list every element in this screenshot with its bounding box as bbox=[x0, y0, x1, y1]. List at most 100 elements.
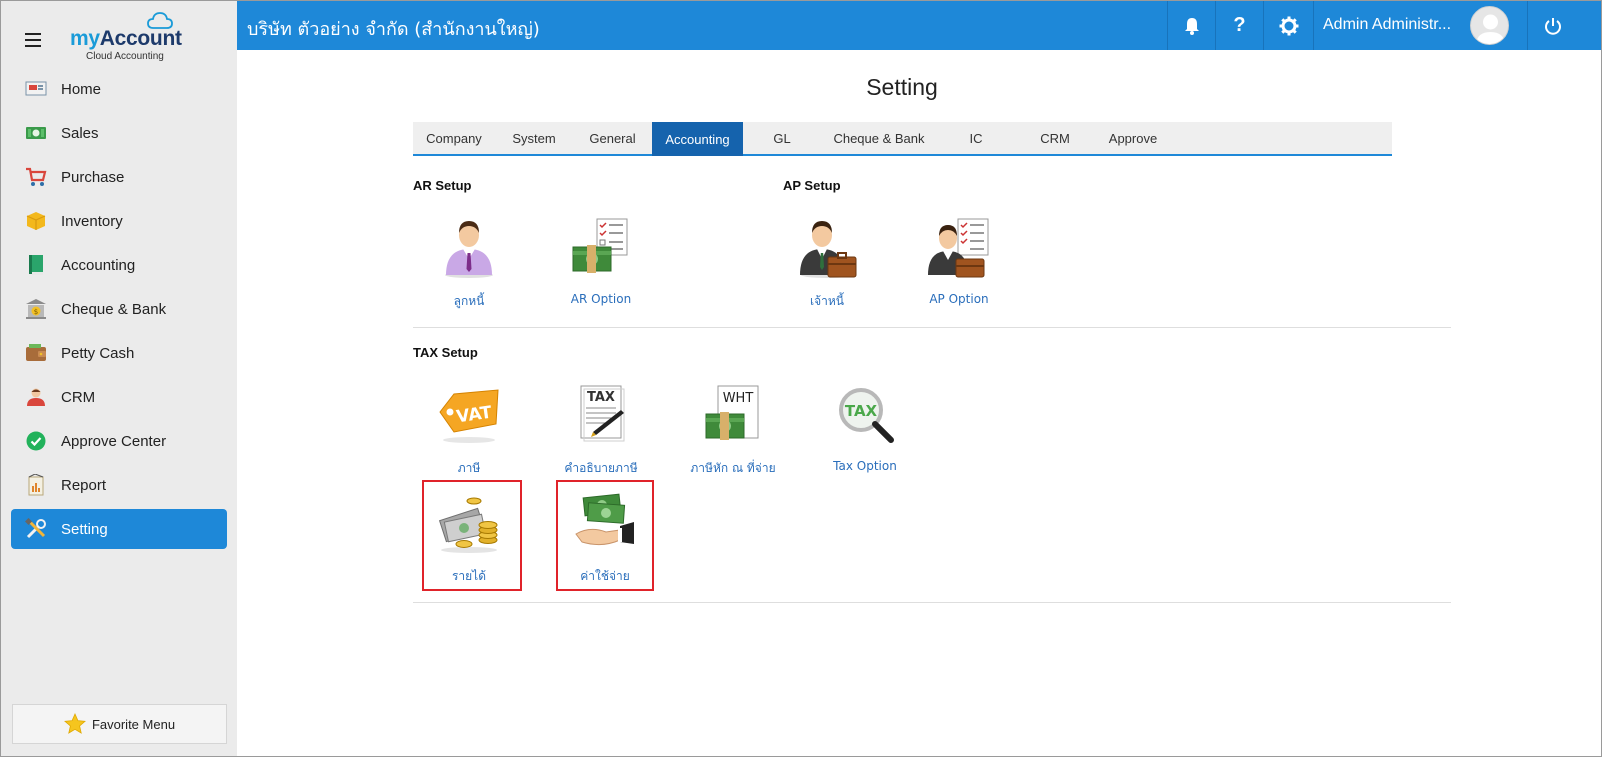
tax-option-item[interactable]: TAX Tax Option bbox=[810, 381, 920, 481]
ar-option-icon bbox=[566, 214, 636, 280]
sidebar-item-setting[interactable]: Setting bbox=[11, 509, 227, 549]
item-label: ภาษีหัก ณ ที่จ่าย bbox=[690, 461, 776, 475]
settings-tabs: Company System General Accounting GL Che… bbox=[413, 122, 1392, 156]
ap-option-icon bbox=[924, 214, 994, 280]
item-label: ค่าใช้จ่าย bbox=[580, 569, 630, 583]
tax-description-item[interactable]: TAX คำอธิบายภาษี bbox=[546, 381, 656, 481]
section-divider bbox=[413, 602, 1451, 603]
ar-setup-title: AR Setup bbox=[413, 178, 472, 193]
sidebar-item-approve-center[interactable]: Approve Center bbox=[11, 421, 227, 461]
book-icon bbox=[25, 254, 47, 276]
sidebar-item-label: Purchase bbox=[61, 168, 125, 186]
tab-approve[interactable]: Approve bbox=[1095, 122, 1171, 154]
ap-setup-title: AP Setup bbox=[783, 178, 841, 193]
item-label: ลูกหนี้ bbox=[453, 294, 485, 308]
vat-tag-icon: VAT bbox=[434, 381, 504, 447]
crm-icon bbox=[25, 386, 47, 408]
company-name[interactable]: บริษัท ตัวอย่าง จำกัด (สำนักงานใหญ่) bbox=[247, 14, 540, 43]
tab-crm[interactable]: CRM bbox=[1015, 122, 1095, 154]
item-label: เจ้าหนี้ bbox=[810, 294, 844, 308]
favorite-menu-label: Favorite Menu bbox=[91, 716, 176, 732]
tab-general[interactable]: General bbox=[573, 122, 652, 154]
logout-button[interactable] bbox=[1527, 1, 1577, 50]
logo-area: myAccount Cloud Accounting bbox=[1, 1, 237, 71]
tab-cheque-bank[interactable]: Cheque & Bank bbox=[821, 122, 937, 154]
tools-icon bbox=[25, 518, 47, 540]
help-button[interactable]: ? bbox=[1215, 1, 1263, 50]
item-label: ภาษี bbox=[457, 461, 481, 475]
tax-income-item[interactable]: รายได้ bbox=[414, 489, 524, 589]
sidebar-item-label: Home bbox=[61, 80, 102, 98]
check-circle-icon bbox=[25, 430, 47, 452]
expense-hand-icon bbox=[570, 489, 640, 555]
sidebar-item-purchase[interactable]: Purchase bbox=[11, 157, 227, 197]
power-icon bbox=[1544, 17, 1561, 35]
tax-vat-item[interactable]: VAT ภาษี bbox=[414, 381, 524, 481]
tax-document-icon: TAX bbox=[566, 381, 636, 447]
wht-text: WHT bbox=[723, 391, 754, 406]
tab-ic[interactable]: IC bbox=[937, 122, 1015, 154]
item-label: AP Option bbox=[929, 292, 989, 306]
sales-icon bbox=[25, 122, 47, 144]
sidebar-item-report[interactable]: Report bbox=[11, 465, 227, 505]
sidebar-item-inventory[interactable]: Inventory bbox=[11, 201, 227, 241]
sidebar-item-label: Accounting bbox=[61, 256, 136, 274]
home-icon bbox=[25, 78, 47, 100]
income-money-icon bbox=[434, 489, 504, 555]
tax-magnifier-text: TAX bbox=[845, 402, 878, 420]
tax-wht-item[interactable]: WHT ภาษีหัก ณ ที่จ่าย bbox=[678, 381, 788, 481]
ar-option-item[interactable]: AR Option bbox=[546, 214, 656, 314]
avatar[interactable] bbox=[1470, 6, 1509, 45]
logo-my: my bbox=[70, 27, 100, 50]
item-label: รายได้ bbox=[451, 569, 487, 583]
logo-account: Account bbox=[99, 27, 182, 50]
tax-expense-item[interactable]: ค่าใช้จ่าย bbox=[550, 489, 660, 589]
bell-icon bbox=[1184, 17, 1199, 35]
tax-magnifier-icon: TAX bbox=[830, 381, 900, 447]
app-logo[interactable]: myAccount Cloud Accounting bbox=[70, 12, 190, 65]
ar-customer-item[interactable]: ลูกหนี้ bbox=[414, 214, 524, 314]
box-icon bbox=[25, 210, 47, 232]
tab-gl[interactable]: GL bbox=[743, 122, 821, 154]
tab-accounting[interactable]: Accounting bbox=[652, 122, 743, 156]
sidebar-item-crm[interactable]: CRM bbox=[11, 377, 227, 417]
sidebar-item-label: Inventory bbox=[61, 212, 123, 230]
sidebar-item-accounting[interactable]: Accounting bbox=[11, 245, 227, 285]
tab-system[interactable]: System bbox=[495, 122, 573, 154]
sidebar: myAccount Cloud Accounting Home Sales Pu… bbox=[1, 1, 237, 756]
star-icon bbox=[63, 713, 86, 734]
sidebar-item-label: Petty Cash bbox=[61, 344, 135, 362]
customer-icon bbox=[434, 214, 504, 280]
tax-setup-title: TAX Setup bbox=[413, 345, 478, 360]
main-content: Setting Company System General Accountin… bbox=[237, 50, 1601, 756]
svg-text:$: $ bbox=[34, 308, 38, 316]
user-name[interactable]: Admin Administr... bbox=[1323, 16, 1451, 34]
gear-icon bbox=[1279, 16, 1298, 35]
wallet-icon bbox=[25, 342, 47, 364]
sidebar-item-petty-cash[interactable]: Petty Cash bbox=[11, 333, 227, 373]
tax-doc-text: TAX bbox=[587, 390, 615, 405]
question-icon: ? bbox=[1233, 14, 1246, 36]
sidebar-item-label: Approve Center bbox=[61, 432, 167, 450]
notification-button[interactable] bbox=[1167, 1, 1215, 50]
item-label: คำอธิบายภาษี bbox=[564, 461, 638, 475]
sidebar-item-sales[interactable]: Sales bbox=[11, 113, 227, 153]
bank-icon: $ bbox=[25, 298, 47, 320]
logo-subtitle: Cloud Accounting bbox=[86, 51, 164, 62]
top-bar: บริษัท ตัวอย่าง จำกัด (สำนักงานใหญ่) ? A… bbox=[237, 1, 1601, 50]
item-label: Tax Option bbox=[833, 459, 897, 473]
ap-option-item[interactable]: AP Option bbox=[904, 214, 1014, 314]
sidebar-item-label: Sales bbox=[61, 124, 99, 142]
tab-company[interactable]: Company bbox=[413, 122, 495, 154]
ap-vendor-item[interactable]: เจ้าหนี้ bbox=[772, 214, 882, 314]
sidebar-nav: Home Sales Purchase Inventory Accounting… bbox=[11, 69, 227, 553]
settings-button[interactable] bbox=[1263, 1, 1313, 50]
item-label: AR Option bbox=[570, 292, 632, 306]
report-icon bbox=[25, 474, 47, 496]
hamburger-menu-icon[interactable] bbox=[25, 33, 47, 49]
section-divider bbox=[413, 327, 1451, 328]
sidebar-item-home[interactable]: Home bbox=[11, 69, 227, 109]
sidebar-item-cheque-bank[interactable]: $ Cheque & Bank bbox=[11, 289, 227, 329]
favorite-menu-button[interactable]: Favorite Menu bbox=[12, 704, 227, 744]
sidebar-item-label: CRM bbox=[61, 388, 96, 406]
